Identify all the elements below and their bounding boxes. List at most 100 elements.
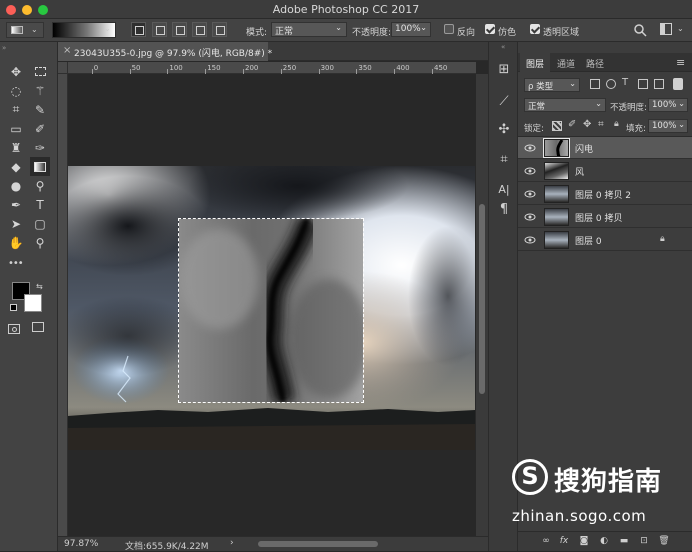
- folder-icon[interactable]: ▬: [618, 536, 630, 548]
- status-menu-arrow[interactable]: ›: [230, 538, 234, 548]
- marquee-tool-icon[interactable]: [30, 62, 50, 81]
- layer-opacity-field[interactable]: 100% ⌄: [648, 98, 688, 112]
- lock-transparent-icon[interactable]: [552, 121, 562, 131]
- swap-colors-icon[interactable]: ⇆: [36, 282, 43, 291]
- learn-icon[interactable]: ⊞: [496, 62, 512, 78]
- fill-field[interactable]: 100% ⌄: [648, 119, 688, 133]
- lock-artboard-icon[interactable]: ⌗: [598, 119, 604, 130]
- screen-mode-icon[interactable]: [32, 322, 44, 332]
- plugins-icon[interactable]: ✣: [496, 122, 512, 138]
- close-tab-icon[interactable]: ×: [63, 45, 71, 56]
- layer-name[interactable]: 图层 0 拷贝 2: [575, 188, 631, 201]
- paragraph-icon[interactable]: ¶: [496, 202, 512, 218]
- eye-icon[interactable]: [524, 234, 536, 246]
- layer-name[interactable]: 风: [575, 165, 584, 178]
- angle-gradient-button[interactable]: [172, 22, 187, 37]
- rectangle-tool-icon[interactable]: ▢: [30, 214, 50, 233]
- vertical-scroll-thumb[interactable]: [479, 204, 485, 394]
- more-tools-icon[interactable]: •••: [8, 258, 24, 269]
- tab-layers[interactable]: 图层: [520, 53, 551, 72]
- collapse-icon[interactable]: «: [501, 43, 505, 51]
- default-colors-icon[interactable]: [10, 304, 17, 311]
- type-tool-icon[interactable]: T: [30, 195, 50, 214]
- brush-tool-icon[interactable]: ✐: [30, 119, 50, 138]
- layer-row[interactable]: 图层 0 拷贝: [518, 206, 692, 228]
- layer-row[interactable]: 图层 0 🔒︎: [518, 229, 692, 251]
- filter-type-icon[interactable]: T: [622, 77, 628, 88]
- healing-brush-tool-icon[interactable]: ▭: [6, 119, 26, 138]
- filter-adjustment-icon[interactable]: [606, 79, 616, 89]
- eye-icon[interactable]: [524, 142, 536, 154]
- trash-icon[interactable]: 🗑︎: [658, 536, 670, 548]
- tools-panel: » ✥ ◌ ⚚ ⌗ ✎ ▭ ✐ ♜ ✑ ◆ ● ⚲ ✒ T ➤ ▢ ✋ ⚲ ••…: [0, 42, 58, 551]
- filter-shape-icon[interactable]: [638, 79, 648, 89]
- lasso-tool-icon[interactable]: ◌: [6, 81, 26, 100]
- zoom-tool-icon[interactable]: ⚲: [30, 233, 50, 252]
- new-layer-icon[interactable]: ⊡: [638, 536, 650, 548]
- eraser-tool-icon[interactable]: ◆: [6, 157, 26, 176]
- horizontal-scroll-thumb[interactable]: [258, 541, 378, 547]
- tab-channels[interactable]: 通道: [551, 53, 581, 72]
- crop-tool-icon[interactable]: ⌗: [6, 100, 26, 119]
- filter-smart-object-icon[interactable]: [654, 79, 664, 89]
- workspace-icon[interactable]: [660, 23, 672, 35]
- eye-icon[interactable]: [524, 165, 536, 177]
- add-mask-icon[interactable]: ◙: [578, 536, 590, 548]
- layer-row[interactable]: 闪电: [518, 137, 692, 159]
- tab-paths[interactable]: 路径: [580, 53, 610, 72]
- panel-menu-icon[interactable]: ≡: [676, 56, 685, 69]
- tool-preset-picker[interactable]: ⌄: [6, 22, 44, 38]
- opacity-field[interactable]: 100% ⌄: [391, 22, 431, 37]
- pen-tool-icon[interactable]: ✒: [6, 195, 26, 214]
- dodge-tool-icon[interactable]: ⚲: [30, 176, 50, 195]
- lock-pixels-icon[interactable]: ✐: [568, 119, 576, 130]
- adjustments-icon[interactable]: ⟋: [496, 94, 512, 110]
- dither-checkbox[interactable]: [485, 24, 495, 34]
- quick-mask-icon[interactable]: [8, 324, 20, 334]
- hand-tool-icon[interactable]: ✋: [6, 233, 26, 252]
- linear-gradient-button[interactable]: [131, 22, 146, 37]
- gradient-tool-icon[interactable]: [30, 157, 50, 176]
- vertical-scrollbar[interactable]: [476, 74, 488, 536]
- search-icon[interactable]: [633, 23, 647, 37]
- blend-mode-select[interactable]: 正常 ⌄: [524, 98, 606, 112]
- mode-select[interactable]: 正常 ⌄: [271, 22, 347, 37]
- filter-toggle-icon[interactable]: [673, 78, 683, 90]
- radial-gradient-button[interactable]: [152, 22, 167, 37]
- link-layers-icon[interactable]: ∞: [540, 536, 552, 548]
- move-tool-icon[interactable]: ✥: [6, 62, 26, 81]
- eye-icon[interactable]: [524, 211, 536, 223]
- magic-wand-tool-icon[interactable]: ⚚: [30, 81, 50, 100]
- collapse-icon[interactable]: »: [2, 44, 6, 52]
- lock-all-icon[interactable]: 🔒︎: [614, 119, 619, 129]
- layer-name[interactable]: 闪电: [575, 142, 593, 155]
- crop-panel-icon[interactable]: ⌗: [496, 152, 512, 168]
- history-brush-tool-icon[interactable]: ✑: [30, 138, 50, 157]
- selection-marquee[interactable]: [178, 218, 364, 403]
- reverse-checkbox[interactable]: [444, 24, 454, 34]
- layer-row[interactable]: 图层 0 拷贝 2: [518, 183, 692, 205]
- zoom-level[interactable]: 97.87%: [64, 539, 98, 549]
- fill-value: 100%: [652, 121, 677, 131]
- document-tab[interactable]: × 23043U355-0.jpg @ 97.9% (闪电, RGB/8#) *: [58, 42, 272, 61]
- diamond-gradient-button[interactable]: [212, 22, 227, 37]
- clone-stamp-tool-icon[interactable]: ♜: [6, 138, 26, 157]
- layer-name[interactable]: 图层 0: [575, 234, 602, 247]
- transparency-checkbox[interactable]: [530, 24, 540, 34]
- eyedropper-tool-icon[interactable]: ✎: [30, 100, 50, 119]
- reflected-gradient-button[interactable]: [192, 22, 207, 37]
- adjustment-layer-icon[interactable]: ◐: [598, 536, 610, 548]
- path-selection-tool-icon[interactable]: ➤: [6, 214, 26, 233]
- character-icon[interactable]: A|: [496, 182, 512, 198]
- layer-name[interactable]: 图层 0 拷贝: [575, 211, 622, 224]
- chevron-down-icon[interactable]: ⌄: [104, 24, 111, 33]
- chevron-down-icon[interactable]: ⌄: [677, 24, 684, 33]
- layer-row[interactable]: 风: [518, 160, 692, 182]
- lock-position-icon[interactable]: ✥: [583, 119, 591, 130]
- filter-pixel-icon[interactable]: [590, 79, 600, 89]
- blur-tool-icon[interactable]: ●: [6, 176, 26, 195]
- fx-icon[interactable]: fx: [558, 536, 570, 548]
- layer-filter-select[interactable]: ρ 类型 ⌄: [524, 78, 580, 92]
- eye-icon[interactable]: [524, 188, 536, 200]
- background-color-swatch[interactable]: [24, 294, 42, 312]
